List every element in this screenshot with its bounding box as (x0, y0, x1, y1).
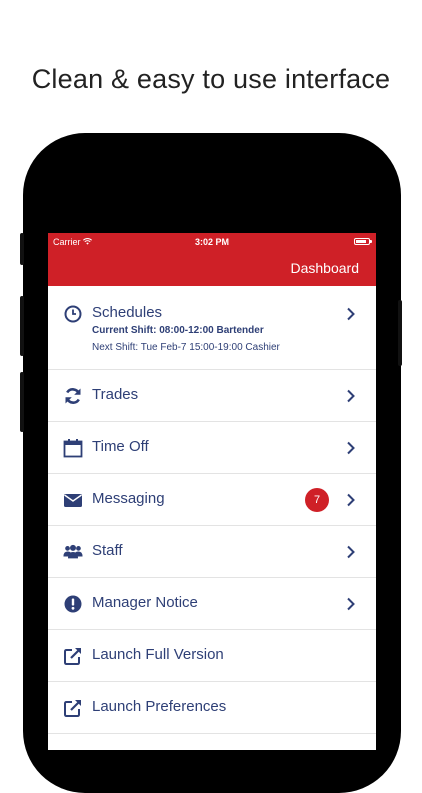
status-time: 3:02 PM (194, 237, 229, 247)
calendar-icon (63, 439, 83, 458)
launch-preferences-label: Launch Preferences (92, 698, 227, 715)
refresh-icon (65, 388, 81, 404)
users-icon (63, 544, 83, 559)
headline: Clean & easy to use interface (31, 64, 391, 94)
menu-item-messaging[interactable]: Messaging 7 (48, 474, 376, 526)
chevron-right-icon (347, 545, 355, 559)
envelope-icon (64, 494, 82, 507)
chevron-right-icon (347, 389, 355, 403)
volume-up-button (20, 296, 24, 356)
menu-item-time-off[interactable]: Time Off (48, 422, 376, 474)
exclamation-circle-icon (64, 595, 82, 613)
app-header: Carrier 3:02 PM Dashboard (48, 233, 376, 286)
menu-item-schedules[interactable]: Schedules Current Shift: 08:00-12:00 Bar… (48, 286, 376, 370)
menu-item-launch-full-version[interactable]: Launch Full Version (48, 630, 376, 682)
manager-notice-label: Manager Notice (92, 594, 198, 611)
menu-item-staff[interactable]: Staff (48, 526, 376, 578)
menu-item-trades[interactable]: Trades (48, 370, 376, 422)
chevron-right-icon (347, 597, 355, 611)
time-off-label: Time Off (92, 438, 149, 455)
battery-icon (354, 238, 372, 245)
staff-label: Staff (92, 542, 123, 559)
menu-item-launch-preferences[interactable]: Launch Preferences (48, 682, 376, 734)
next-shift-text: Next Shift: Tue Feb-7 15:00-19:00 Cashie… (92, 342, 280, 353)
status-bar: Carrier 3:02 PM (48, 233, 376, 251)
chevron-right-icon (347, 307, 355, 321)
schedules-label: Schedules (92, 304, 163, 321)
unread-count-badge: 7 (305, 488, 329, 512)
messaging-label: Messaging (92, 490, 165, 507)
clock-icon (64, 305, 82, 323)
chevron-right-icon (347, 441, 355, 455)
launch-full-version-label: Launch Full Version (92, 646, 224, 663)
mute-switch (20, 233, 24, 265)
trades-label: Trades (92, 386, 139, 403)
external-link-icon (64, 648, 81, 665)
phone-screen: Carrier 3:02 PM Dashboard Schedules Curr… (48, 233, 376, 750)
dashboard-menu: Schedules Current Shift: 08:00-12:00 Bar… (48, 286, 376, 734)
power-button (398, 300, 402, 366)
external-link-icon (64, 700, 81, 717)
current-shift-text: Current Shift: 08:00-12:00 Bartender (92, 325, 264, 336)
page-title: Dashboard (290, 260, 360, 276)
chevron-right-icon (347, 493, 355, 507)
menu-item-manager-notice[interactable]: Manager Notice (48, 578, 376, 630)
volume-down-button (20, 372, 24, 432)
